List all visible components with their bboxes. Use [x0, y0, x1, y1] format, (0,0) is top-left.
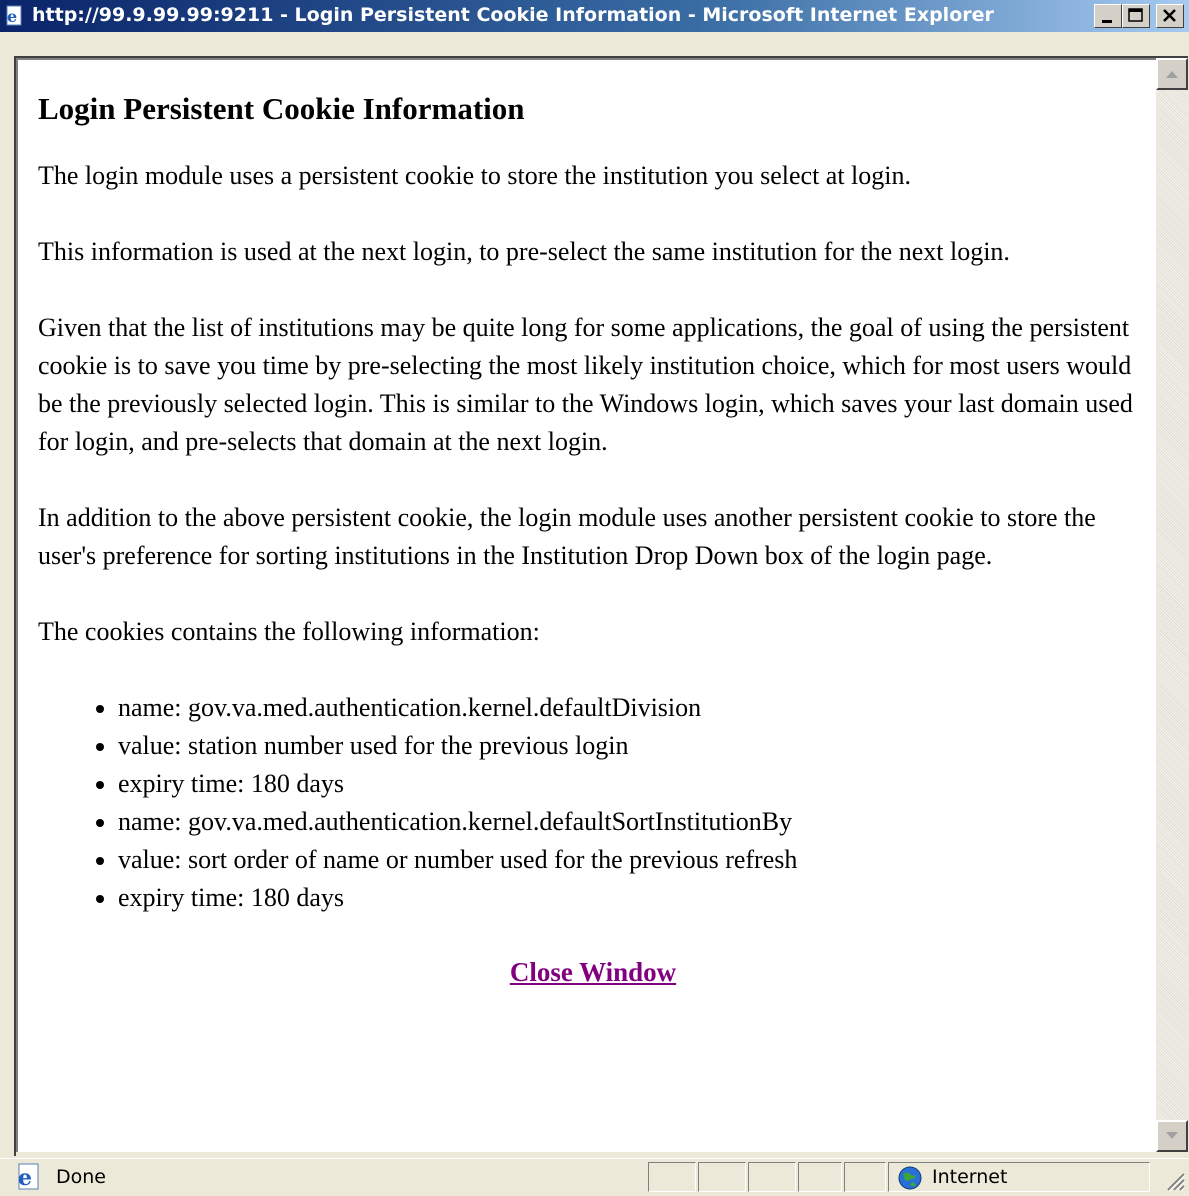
- list-item: name: gov.va.med.authentication.kernel.d…: [118, 803, 1148, 841]
- page-title: Login Persistent Cookie Information: [38, 91, 525, 126]
- paragraph-2: This information is used at the next log…: [38, 237, 1010, 266]
- page-content: Login Persistent Cookie Information The …: [38, 60, 1148, 988]
- window-chrome-strip: [0, 32, 1189, 56]
- svg-text:e: e: [18, 1165, 32, 1191]
- vertical-scrollbar[interactable]: [1156, 58, 1188, 1152]
- close-link-container: Close Window: [38, 957, 1148, 988]
- list-item: name: gov.va.med.authentication.kernel.d…: [118, 689, 1148, 727]
- ie-page-icon: e: [18, 1163, 39, 1191]
- resize-grip-icon[interactable]: [1162, 1168, 1186, 1192]
- list-item: value: sort order of name or number used…: [118, 841, 1148, 879]
- globe-icon: [898, 1166, 922, 1190]
- cookie-info-list: name: gov.va.med.authentication.kernel.d…: [38, 689, 1148, 917]
- close-window-link[interactable]: Close Window: [510, 957, 676, 987]
- close-icon: [1163, 9, 1176, 22]
- paragraph-5: The cookies contains the following infor…: [38, 617, 540, 646]
- status-pane: [748, 1162, 796, 1192]
- ie-window: e http://99.9.99.99:9211 - Login Persist…: [0, 0, 1189, 1196]
- minimize-button[interactable]: [1094, 4, 1122, 28]
- maximize-button[interactable]: [1122, 4, 1150, 28]
- ie-page-icon: e: [6, 5, 22, 26]
- status-pane: [844, 1162, 886, 1192]
- arrow-up-icon: [1166, 71, 1178, 78]
- minimize-icon: [1102, 20, 1112, 23]
- status-pane: [798, 1162, 842, 1192]
- paragraph-3: Given that the list of institutions may …: [38, 313, 1133, 456]
- list-item: expiry time: 180 days: [118, 765, 1148, 803]
- status-text: Done: [56, 1166, 106, 1188]
- page-viewport: Login Persistent Cookie Information The …: [16, 58, 1156, 1152]
- list-item: value: station number used for the previ…: [118, 727, 1148, 765]
- status-pane: [648, 1162, 696, 1192]
- status-pane: [698, 1162, 746, 1192]
- maximize-icon: [1128, 8, 1143, 22]
- title-bar[interactable]: e http://99.9.99.99:9211 - Login Persist…: [0, 0, 1189, 32]
- svg-text:e: e: [7, 7, 17, 26]
- zone-label: Internet: [932, 1166, 1008, 1188]
- paragraph-1: The login module uses a persistent cooki…: [38, 161, 912, 190]
- zone-pane: [888, 1162, 1150, 1192]
- close-button[interactable]: [1156, 4, 1184, 28]
- scroll-up-button[interactable]: [1156, 58, 1188, 90]
- window-title: http://99.9.99.99:9211 - Login Persisten…: [32, 4, 994, 26]
- paragraph-4: In addition to the above persistent cook…: [38, 503, 1096, 570]
- arrow-down-icon: [1166, 1132, 1178, 1139]
- list-item: expiry time: 180 days: [118, 879, 1148, 917]
- scroll-down-button[interactable]: [1156, 1120, 1188, 1152]
